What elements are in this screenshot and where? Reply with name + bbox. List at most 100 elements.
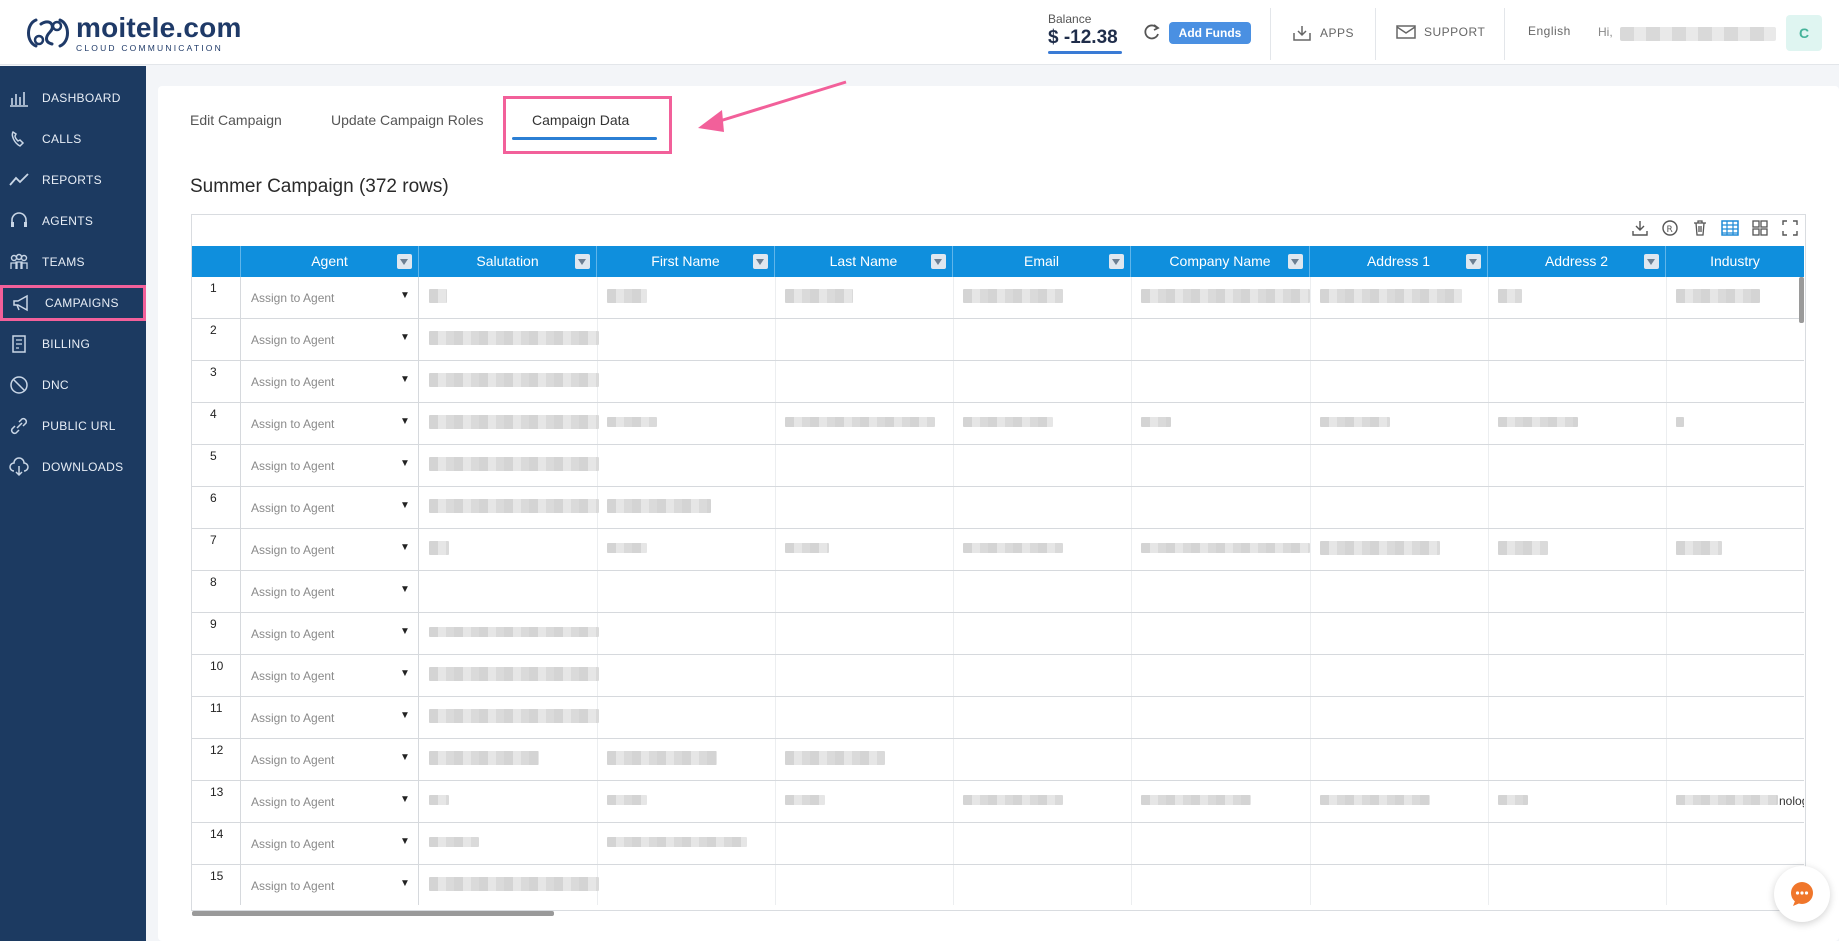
sidebar-item-agents[interactable]: AGENTS [0,203,146,239]
filter-icon[interactable] [1109,254,1124,269]
redacted-cell [1498,795,1528,805]
redacted-cell [785,543,829,553]
filter-icon[interactable] [575,254,590,269]
table-row[interactable]: 13 Assign to Agent ▼ nolog [192,781,1804,823]
assign-agent-select[interactable]: Assign to Agent ▼ [241,655,419,697]
sidebar-item-billing[interactable]: BILLING [0,326,146,362]
agent-placeholder: Assign to Agent [251,711,335,725]
table-row[interactable]: 1 Assign to Agent ▼ [192,277,1804,319]
add-funds-button[interactable]: Add Funds [1169,22,1251,44]
assign-agent-select[interactable]: Assign to Agent ▼ [241,739,419,781]
redacted-cell [429,415,599,429]
sidebar-item-dashboard[interactable]: DASHBOARD [0,80,146,116]
column-header-salutation[interactable]: Salutation [419,246,597,277]
greeting: Hi, [1598,25,1613,39]
tab-update-campaign-roles[interactable]: Update Campaign Roles [331,112,484,128]
table-row[interactable]: 12 Assign to Agent ▼ [192,739,1804,781]
redacted-cell [1498,541,1548,555]
chat-button[interactable] [1774,866,1830,922]
sidebar-item-teams[interactable]: TEAMS [0,244,146,280]
assign-agent-select[interactable]: Assign to Agent ▼ [241,361,419,403]
sidebar-item-label: BILLING [42,337,91,351]
table-row[interactable]: 15 Assign to Agent ▼ [192,865,1804,905]
caret-down-icon: ▼ [400,710,410,721]
balance-widget: Balance $ -12.38 [1048,12,1122,54]
sidebar-item-public-url[interactable]: PUBLIC URL [0,408,146,444]
grid-view-icon[interactable] [1751,219,1769,237]
data-grid: R Agent Salutation First Name Last Name … [191,214,1806,916]
sidebar-item-label: DOWNLOADS [42,460,124,474]
sidebar-item-reports[interactable]: REPORTS [0,162,146,198]
column-header-first-name[interactable]: First Name [597,246,775,277]
column-header-email[interactable]: Email [953,246,1131,277]
table-row[interactable]: 4 Assign to Agent ▼ [192,403,1804,445]
redacted-cell [785,289,853,303]
grid-header: Agent Salutation First Name Last Name Em… [192,246,1804,277]
filter-icon[interactable] [1288,254,1303,269]
table-row[interactable]: 10 Assign to Agent ▼ [192,655,1804,697]
redacted-cell [607,417,657,427]
team-icon [6,251,32,273]
agent-placeholder: Assign to Agent [251,795,335,809]
table-view-icon[interactable] [1721,219,1739,237]
delete-icon[interactable] [1691,219,1709,237]
table-row[interactable]: 3 Assign to Agent ▼ [192,361,1804,403]
assign-agent-select[interactable]: Assign to Agent ▼ [241,613,419,655]
refresh-icon[interactable] [1142,22,1162,42]
column-header-company-name[interactable]: Company Name [1131,246,1310,277]
sidebar-item-label: CALLS [42,132,82,146]
redacted-cell [429,751,539,765]
filter-icon[interactable] [931,254,946,269]
assign-agent-select[interactable]: Assign to Agent ▼ [241,445,419,487]
brand-logo[interactable]: moitele.com CLOUD COMMUNICATION [22,12,242,54]
table-row[interactable]: 14 Assign to Agent ▼ [192,823,1804,865]
assign-agent-select[interactable]: Assign to Agent ▼ [241,781,419,823]
assign-agent-select[interactable]: Assign to Agent ▼ [241,403,419,445]
assign-agent-select[interactable]: Assign to Agent ▼ [241,529,419,571]
language-selector[interactable]: English [1528,24,1571,38]
sidebar-item-downloads[interactable]: DOWNLOADS [0,449,146,485]
download-icon[interactable] [1631,219,1649,237]
assign-agent-select[interactable]: Assign to Agent ▼ [241,487,419,529]
sidebar-item-campaigns[interactable]: CAMPAIGNS [0,285,146,321]
avatar[interactable]: C [1786,15,1822,51]
redacted-cell [963,543,1063,553]
filter-icon[interactable] [1644,254,1659,269]
top-bar: moitele.com CLOUD COMMUNICATION Balance … [0,0,1839,65]
support-link[interactable]: SUPPORT [1396,24,1485,40]
sidebar-item-dnc[interactable]: DNC [0,367,146,403]
table-row[interactable]: 11 Assign to Agent ▼ [192,697,1804,739]
page-title: Summer Campaign (372 rows) [190,176,449,197]
filter-icon[interactable] [753,254,768,269]
assign-agent-select[interactable]: Assign to Agent ▼ [241,571,419,613]
reset-icon[interactable]: R [1661,219,1679,237]
sidebar-item-label: REPORTS [42,173,102,187]
column-header-industry[interactable]: Industry [1666,246,1804,277]
assign-agent-select[interactable]: Assign to Agent ▼ [241,277,419,319]
fullscreen-icon[interactable] [1781,219,1799,237]
assign-agent-select[interactable]: Assign to Agent ▼ [241,319,419,361]
assign-agent-select[interactable]: Assign to Agent ▼ [241,697,419,739]
assign-agent-select[interactable]: Assign to Agent ▼ [241,865,419,905]
tab-edit-campaign[interactable]: Edit Campaign [190,112,282,128]
filter-icon[interactable] [397,254,412,269]
table-row[interactable]: 2 Assign to Agent ▼ [192,319,1804,361]
column-header-address-2[interactable]: Address 2 [1488,246,1666,277]
vertical-scrollbar[interactable] [1799,277,1804,323]
table-row[interactable]: 9 Assign to Agent ▼ [192,613,1804,655]
column-header-last-name[interactable]: Last Name [775,246,953,277]
row-number: 3 [192,361,241,403]
filter-icon[interactable] [1466,254,1481,269]
column-label: Salutation [476,253,539,269]
table-row[interactable]: 5 Assign to Agent ▼ [192,445,1804,487]
row-number: 6 [192,487,241,529]
assign-agent-select[interactable]: Assign to Agent ▼ [241,823,419,865]
table-row[interactable]: 6 Assign to Agent ▼ [192,487,1804,529]
column-header-agent[interactable]: Agent [241,246,419,277]
apps-link[interactable]: APPS [1292,24,1354,42]
horizontal-scrollbar[interactable] [192,911,554,916]
sidebar-item-calls[interactable]: CALLS [0,121,146,157]
column-header-address-1[interactable]: Address 1 [1310,246,1488,277]
table-row[interactable]: 8 Assign to Agent ▼ [192,571,1804,613]
table-row[interactable]: 7 Assign to Agent ▼ [192,529,1804,571]
